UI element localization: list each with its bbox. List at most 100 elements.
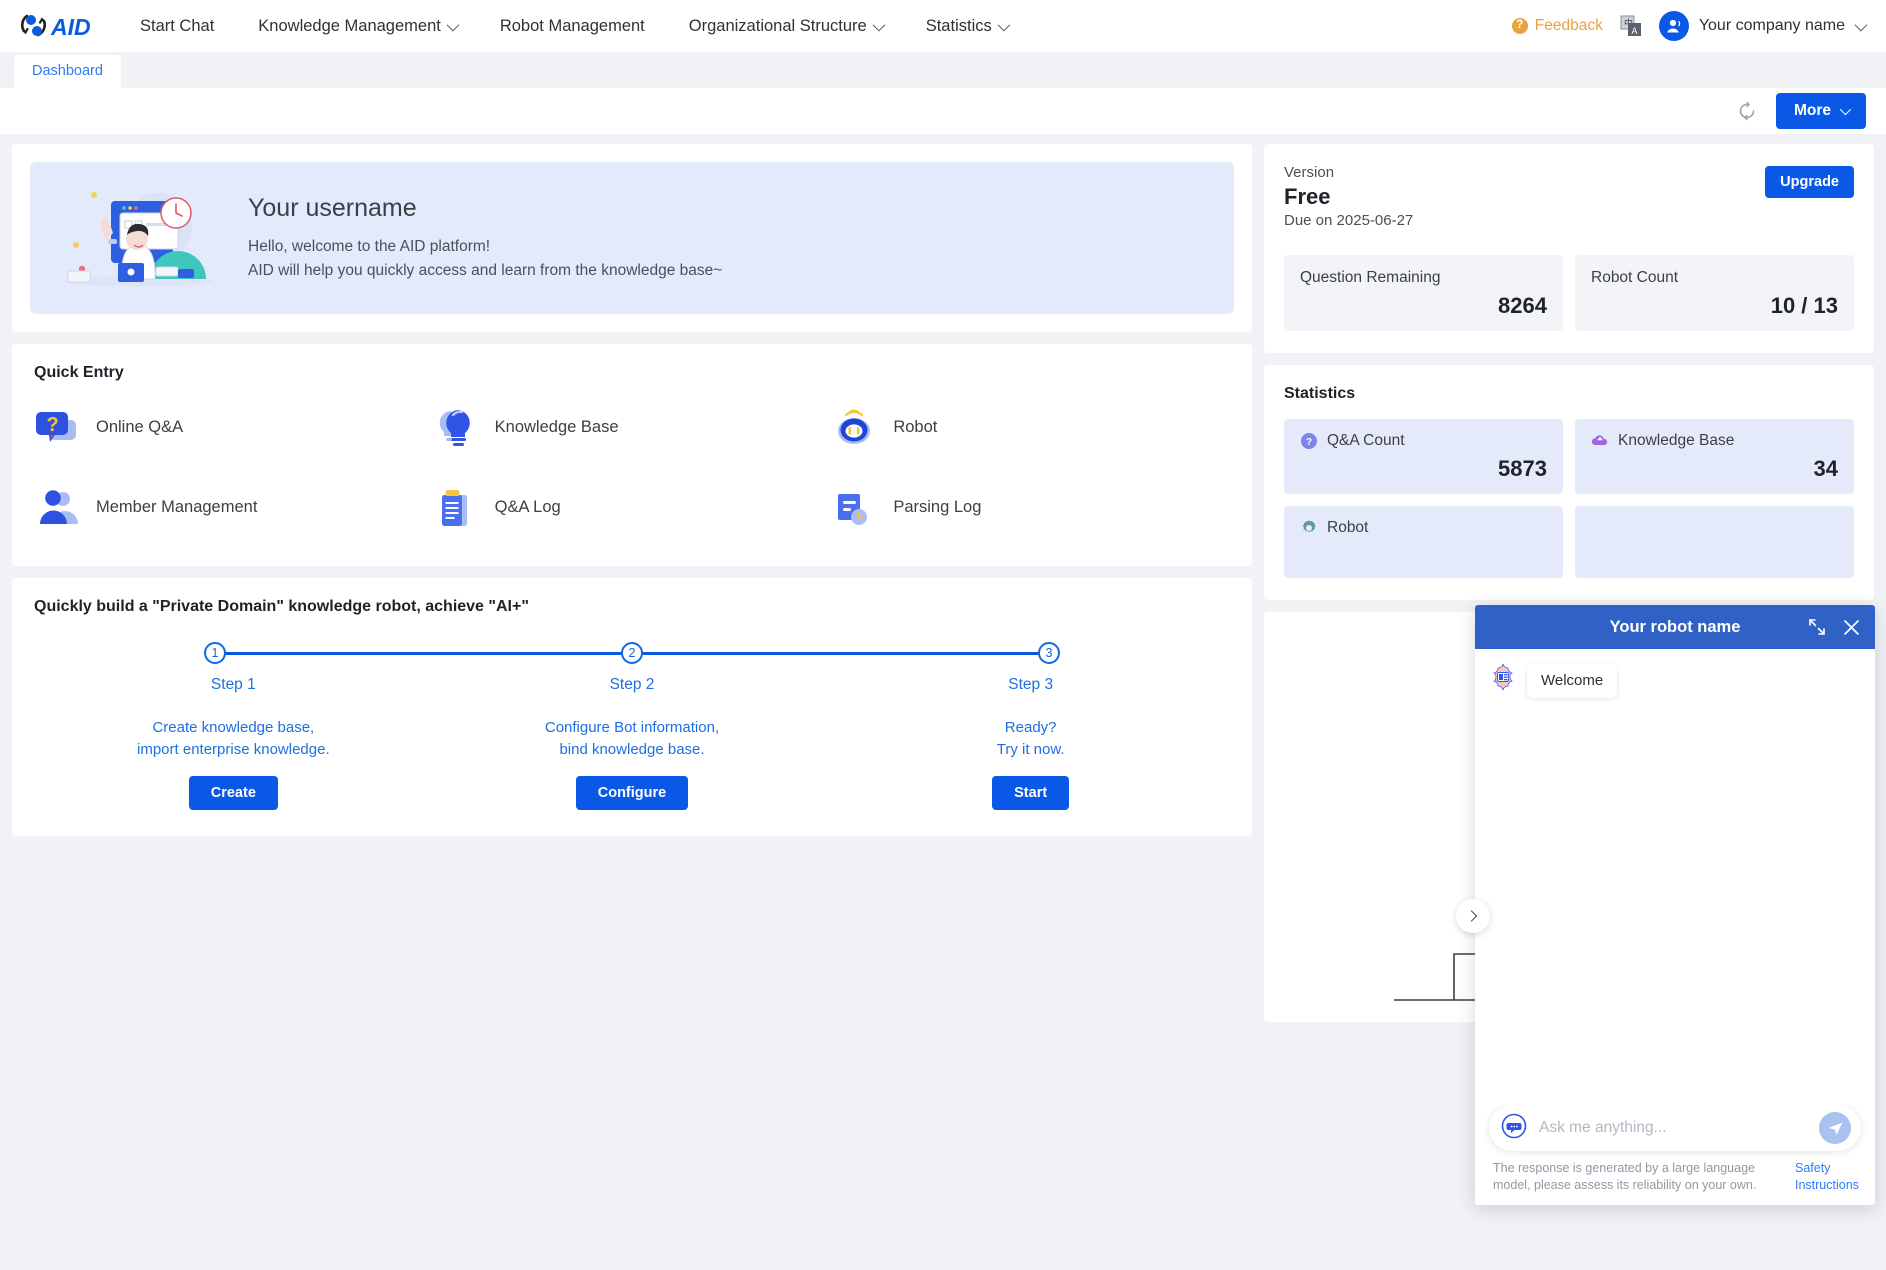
chat-widget-actions xyxy=(1808,605,1861,649)
configure-button[interactable]: Configure xyxy=(575,775,689,810)
quick-entry-label: Member Management xyxy=(96,497,258,516)
main-nav: Start Chat Knowledge Management Robot Ma… xyxy=(118,17,1029,36)
tab-label: Dashboard xyxy=(32,63,103,79)
welcome-illustration xyxy=(58,183,218,293)
refresh-icon[interactable] xyxy=(1736,100,1758,122)
help-circle-icon: ? xyxy=(1511,18,1528,34)
statistics-tile-4[interactable] xyxy=(1575,506,1854,578)
statistics-tile-robot[interactable]: Robot xyxy=(1284,506,1563,578)
more-button[interactable]: More xyxy=(1775,93,1866,129)
chat-message-list: Welcome xyxy=(1456,649,1875,1105)
clipboard-icon xyxy=(433,484,479,530)
chat-widget-footer: The response is generated by a large lan… xyxy=(1475,1105,1875,1205)
quick-entry-label: Parsing Log xyxy=(893,497,982,516)
toolbar-actions: More xyxy=(1736,93,1866,129)
more-label: More xyxy=(1793,102,1831,119)
tile-header: Knowledge Base xyxy=(1591,432,1838,450)
step-dot-1[interactable]: 1 xyxy=(204,642,226,664)
svg-text:A: A xyxy=(1631,26,1637,36)
top-navigation-bar: AID Start Chat Knowledge Management Robo… xyxy=(0,0,1886,52)
quick-entry-knowledge-base[interactable]: Knowledge Base xyxy=(433,398,832,456)
nav-item-organizational-structure[interactable]: Organizational Structure xyxy=(667,17,904,36)
quick-entry-title: Quick Entry xyxy=(34,364,124,381)
nav-item-start-chat[interactable]: Start Chat xyxy=(118,17,236,36)
welcome-banner-card: Your username Hello, welcome to the AID … xyxy=(12,144,1252,332)
svg-text:?: ? xyxy=(1306,437,1312,448)
chat-bubble-icon[interactable] xyxy=(1501,1113,1527,1144)
quick-entry-online-qa[interactable]: ? Online Q&A xyxy=(34,398,433,456)
tile-value: 5873 xyxy=(1498,456,1547,481)
version-due-date: Due on 2025-06-27 xyxy=(1284,212,1414,229)
statistics-tile-knowledge-base[interactable]: Knowledge Base 34 xyxy=(1575,419,1854,494)
send-icon[interactable] xyxy=(1819,1112,1851,1144)
quick-entry-label: Knowledge Base xyxy=(494,417,619,436)
quick-entry-parsing-log[interactable]: Parsing Log xyxy=(831,478,1230,536)
nav-item-robot-management[interactable]: Robot Management xyxy=(478,17,667,36)
quick-entry-qa-log[interactable]: Q&A Log xyxy=(433,478,832,536)
tab-dashboard[interactable]: Dashboard xyxy=(14,55,121,88)
version-stat-tiles: Question Remaining 8264 Robot Count 10 /… xyxy=(1284,255,1854,331)
stat-tile-question-remaining: Question Remaining 8264 xyxy=(1284,255,1563,331)
welcome-line-2: AID will help you quickly access and lea… xyxy=(248,261,723,279)
company-menu[interactable]: Your company name xyxy=(1658,11,1868,41)
translate-icon[interactable]: 中 A xyxy=(1620,15,1642,37)
nav-label: Organizational Structure xyxy=(688,16,867,35)
company-name-label: Your company name xyxy=(1698,17,1845,34)
chat-input[interactable] xyxy=(1539,1119,1807,1137)
tile-value: 34 xyxy=(1813,456,1838,481)
gear-icon xyxy=(1300,519,1318,537)
tile-label: Robot xyxy=(1327,519,1369,536)
stat-tile-robot-count: Robot Count 10 / 13 xyxy=(1575,255,1854,331)
step-column-1: Step 1 Create knowledge base, import ent… xyxy=(34,676,433,810)
quick-entry-label: Q&A Log xyxy=(494,497,561,516)
step-description: Ready? Try it now. xyxy=(831,717,1230,761)
page-title: Your username xyxy=(248,194,417,223)
chat-bubble: Welcome xyxy=(1527,663,1618,698)
app-logo[interactable]: AID xyxy=(18,10,94,42)
tile-label: Question Remaining xyxy=(1300,269,1441,286)
steps-rail: 1 2 3 xyxy=(204,642,1060,664)
step-number: 2 xyxy=(628,646,636,660)
statistics-tile-qa-count[interactable]: ? Q&A Count 5873 xyxy=(1284,419,1563,494)
nav-label: Statistics xyxy=(925,16,992,35)
quick-entry-robot[interactable]: Robot xyxy=(831,398,1230,456)
chat-widget-header: Your robot name xyxy=(1475,605,1875,649)
tile-header: ? Q&A Count xyxy=(1300,432,1547,450)
tab-strip: Dashboard xyxy=(0,52,1886,88)
nav-label: Start Chat xyxy=(140,16,215,35)
question-circle-icon: ? xyxy=(1300,432,1318,450)
feedback-label: Feedback xyxy=(1534,17,1603,34)
welcome-banner: Your username Hello, welcome to the AID … xyxy=(30,162,1234,314)
svg-text:AID: AID xyxy=(50,14,91,40)
nav-item-knowledge-management[interactable]: Knowledge Management xyxy=(236,17,478,36)
quick-entry-member-management[interactable]: Member Management xyxy=(34,478,433,536)
quick-entry-label: Robot xyxy=(893,417,938,436)
close-icon[interactable] xyxy=(1842,618,1861,637)
step-dot-3[interactable]: 3 xyxy=(1038,642,1060,664)
expand-icon[interactable] xyxy=(1808,618,1826,636)
step-desc-line-1: Create knowledge base, xyxy=(152,719,315,736)
nav-item-statistics[interactable]: Statistics xyxy=(904,17,1029,36)
feedback-button[interactable]: ? Feedback xyxy=(1511,17,1603,35)
top-bar-right-actions: ? Feedback 中 A Your company name xyxy=(1511,11,1868,41)
steps-grid: Step 1 Create knowledge base, import ent… xyxy=(34,676,1230,810)
safety-instructions-link[interactable]: Safety Instructions xyxy=(1795,1160,1859,1193)
chevron-down-icon xyxy=(1839,103,1852,116)
statistics-card: Statistics ? Q&A Count 5873 Knowledge Ba… xyxy=(1264,365,1874,600)
step-desc-line-1: Ready? xyxy=(1004,719,1057,736)
step-desc-line-2: bind knowledge base. xyxy=(559,740,705,758)
tile-header: Robot xyxy=(1300,519,1547,537)
chat-widget: Your robot name Welcome Ask me anything.… xyxy=(1456,605,1875,1205)
step-dot-2[interactable]: 2 xyxy=(621,642,643,664)
welcome-text: Your username Hello, welcome to the AID … xyxy=(248,194,722,282)
quick-entry-grid: ? Online Q&A Knowledge Base Robot Member… xyxy=(34,398,1230,536)
create-button[interactable]: Create xyxy=(188,775,278,810)
upgrade-button[interactable]: Upgrade xyxy=(1765,166,1854,198)
chevron-right-icon[interactable] xyxy=(1456,899,1490,933)
svg-text:?: ? xyxy=(47,414,59,436)
start-button[interactable]: Start xyxy=(992,775,1070,810)
bot-avatar-icon xyxy=(1489,663,1517,691)
robot-head-icon xyxy=(831,404,877,450)
version-card: Version Free Due on 2025-06-27 Upgrade Q… xyxy=(1264,144,1874,353)
avatar xyxy=(1658,11,1689,41)
